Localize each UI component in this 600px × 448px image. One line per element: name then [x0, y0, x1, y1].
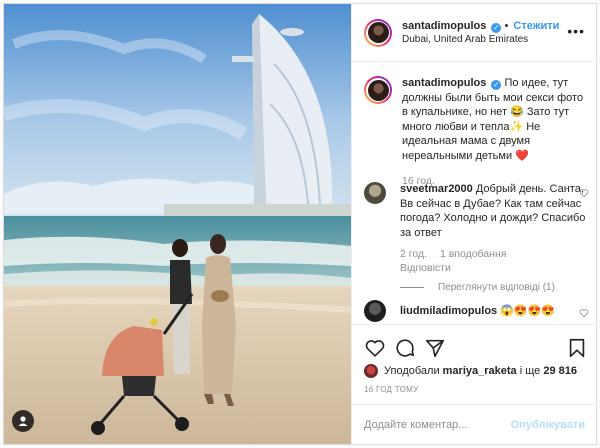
bookmark-icon[interactable] [566, 337, 588, 359]
comment-item: liudmiladimopulos 😱😍😍😍 [364, 300, 589, 322]
follow-button[interactable]: Стежити [513, 20, 559, 32]
replies-divider [400, 287, 424, 288]
comment-likes[interactable]: 1 вподобання [440, 248, 507, 260]
comment-input[interactable] [364, 418, 511, 431]
commenter-avatar[interactable] [364, 182, 386, 204]
comment-item: sveetmar2000 Добрый день. Санта, Вв сейч… [364, 182, 589, 293]
caption-avatar[interactable] [364, 76, 392, 104]
likes-prefix: Уподобали [384, 365, 440, 377]
post-side-panel: santadimopulos ✓ • Стежити Dubai, United… [351, 4, 597, 444]
reply-button[interactable]: Відповісти [400, 262, 589, 274]
post-card: santadimopulos ✓ • Стежити Dubai, United… [3, 3, 597, 445]
tagged-users-button[interactable] [12, 410, 34, 432]
share-icon[interactable] [424, 337, 446, 359]
post-comment-button[interactable]: Опублікувати [511, 419, 585, 431]
caption-username[interactable]: santadimopulos [402, 77, 486, 89]
post-location[interactable]: Dubai, United Arab Emirates [402, 33, 559, 47]
comment-text: 😱😍😍😍 [500, 305, 556, 317]
author-username[interactable]: santadimopulos [402, 20, 486, 32]
comment-username[interactable]: liudmiladimopulos [400, 305, 497, 317]
likes-suffix: і ще [519, 365, 541, 377]
caption-text: По идее, тут должны были быть мои секси … [402, 77, 584, 162]
user-icon [18, 416, 28, 426]
comment-username[interactable]: sveetmar2000 [400, 183, 473, 195]
verified-badge-icon: ✓ [491, 80, 502, 90]
comment-icon[interactable] [394, 337, 416, 359]
add-comment-bar: Опублікувати [352, 404, 597, 444]
comment-time[interactable]: 2 год. [400, 248, 427, 260]
beach-photo-illustration [4, 4, 351, 444]
comment-like-heart-icon[interactable] [579, 188, 589, 198]
liker-avatar[interactable] [364, 364, 378, 378]
likes-summary: Уподобали mariya_raketa і ще 29 816 [364, 364, 577, 378]
page-background: santadimopulos ✓ • Стежити Dubai, United… [0, 0, 600, 448]
likes-count[interactable]: 29 816 [543, 365, 577, 377]
heart-icon[interactable] [364, 337, 386, 359]
liker-username[interactable]: mariya_raketa [443, 365, 517, 377]
post-photo[interactable] [4, 4, 351, 444]
view-replies-button[interactable]: Переглянути відповіді (1) [438, 282, 555, 293]
post-timestamp[interactable]: 16 ГОД ТОМУ [364, 385, 419, 394]
caption: santadimopulos ✓ По идее, тут должны был… [364, 76, 589, 187]
more-options-icon[interactable]: ••• [567, 24, 585, 38]
commenter-avatar[interactable] [364, 300, 386, 322]
comment-like-heart-icon[interactable] [579, 308, 589, 318]
verified-badge-icon: ✓ [491, 22, 502, 33]
comments-list[interactable]: santadimopulos ✓ По идее, тут должны был… [352, 62, 597, 324]
post-header: santadimopulos ✓ • Стежити Dubai, United… [352, 4, 597, 62]
separator-dot: • [504, 19, 509, 32]
author-avatar[interactable] [364, 18, 392, 47]
